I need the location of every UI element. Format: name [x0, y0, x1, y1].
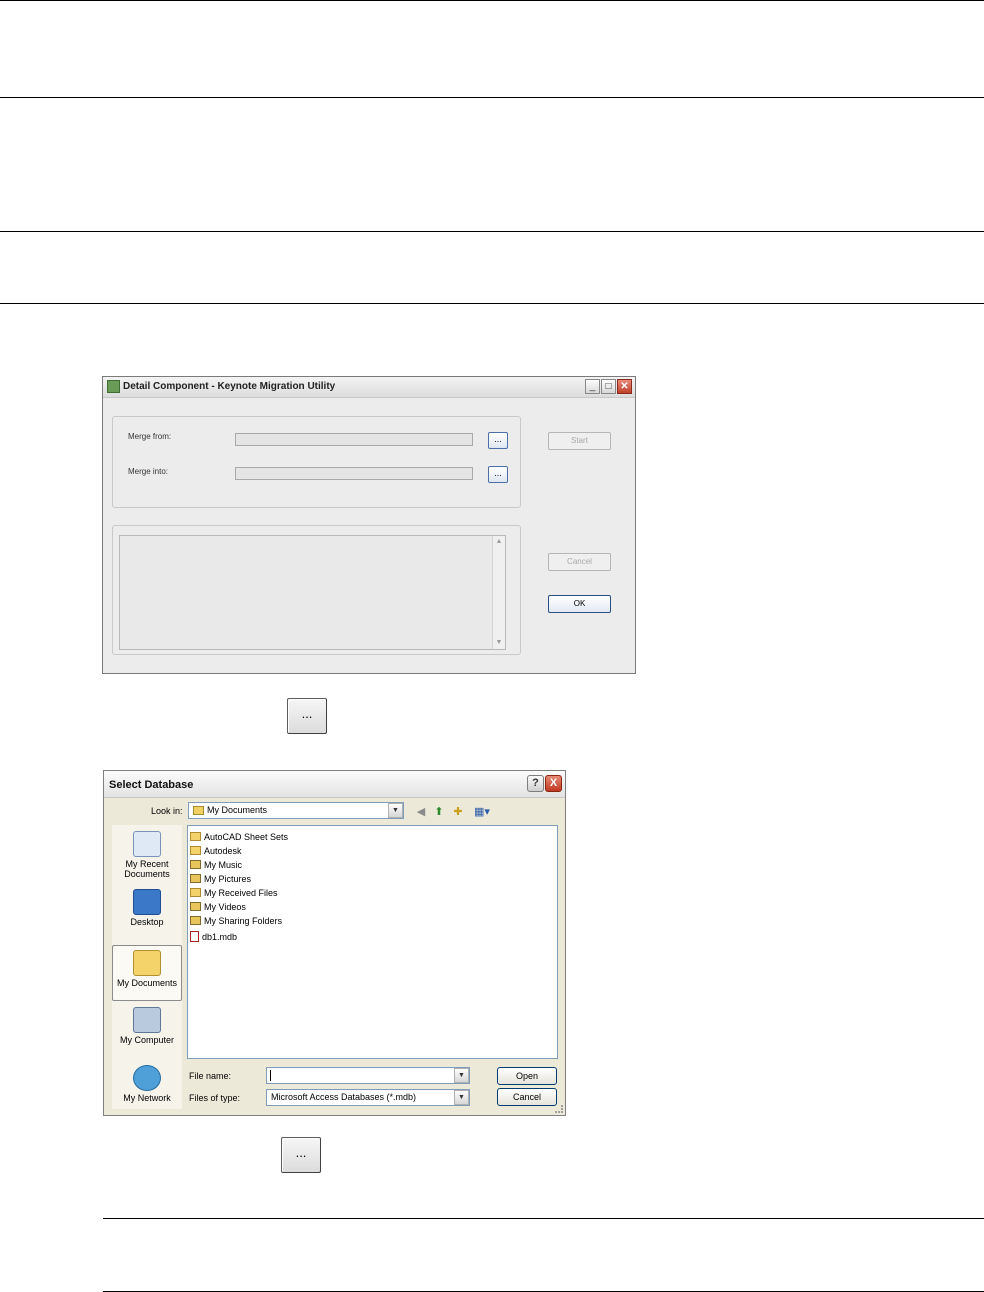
- help-button[interactable]: ?: [527, 775, 544, 792]
- files-of-type-label: Files of type:: [189, 1093, 241, 1103]
- scroll-up-icon[interactable]: ▲: [494, 537, 504, 547]
- access-database-icon: [190, 931, 199, 943]
- rule-2: [0, 97, 984, 98]
- chevron-down-icon[interactable]: ▼: [454, 1068, 469, 1083]
- merge-into-label: Merge into:: [128, 467, 169, 476]
- place-my-computer[interactable]: My Computer: [112, 1007, 182, 1045]
- list-item[interactable]: My Pictures: [190, 870, 251, 884]
- title-bar: Detail Component - Keynote Migration Uti…: [103, 377, 635, 398]
- rule-4: [0, 303, 984, 304]
- rule-3: [0, 231, 984, 232]
- cancel-button[interactable]: Cancel: [548, 553, 611, 571]
- music-folder-icon: [190, 860, 201, 870]
- app-icon: [107, 380, 120, 393]
- my-network-icon: [133, 1065, 161, 1091]
- files-of-type-value: Microsoft Access Databases (*.mdb): [271, 1092, 417, 1102]
- folder-icon: [190, 888, 201, 898]
- window-title: Detail Component - Keynote Migration Uti…: [123, 381, 336, 392]
- places-bar: My Recent Documents Desktop My Documents…: [112, 825, 182, 1109]
- minimize-button[interactable]: _: [585, 379, 600, 394]
- ellipsis-button[interactable]: ...: [281, 1137, 321, 1173]
- list-item[interactable]: AutoCAD Sheet Sets: [190, 828, 288, 842]
- folder-icon: [190, 832, 201, 842]
- files-of-type-combo[interactable]: Microsoft Access Databases (*.mdb) ▼: [266, 1089, 470, 1106]
- up-folder-icon[interactable]: ⬆: [432, 805, 446, 819]
- dialog-close-button[interactable]: X: [545, 775, 562, 792]
- my-documents-icon: [133, 950, 161, 976]
- dialog-cancel-button[interactable]: Cancel: [497, 1088, 557, 1106]
- merge-group: Merge from: ... Merge into: ...: [112, 416, 521, 508]
- place-my-documents[interactable]: My Documents: [112, 945, 182, 1001]
- merge-from-field[interactable]: [235, 433, 473, 446]
- merge-into-browse-button[interactable]: ...: [488, 466, 508, 483]
- list-item[interactable]: My Music: [190, 856, 242, 870]
- migration-utility-window: Detail Component - Keynote Migration Uti…: [102, 376, 636, 674]
- pictures-folder-icon: [190, 874, 201, 884]
- chevron-down-icon[interactable]: ▼: [454, 1090, 469, 1105]
- sharing-folder-icon: [190, 916, 201, 926]
- recent-documents-icon: [133, 831, 161, 857]
- my-documents-small-icon: [193, 806, 204, 815]
- look-in-label: Look in:: [151, 806, 183, 816]
- my-computer-icon: [133, 1007, 161, 1033]
- desktop-icon: [133, 889, 161, 915]
- list-item[interactable]: Autodesk: [190, 842, 242, 856]
- ok-button[interactable]: OK: [548, 595, 611, 613]
- videos-folder-icon: [190, 902, 201, 912]
- open-button[interactable]: Open: [497, 1067, 557, 1085]
- place-my-recent-documents[interactable]: My Recent Documents: [112, 831, 182, 879]
- list-item[interactable]: My Sharing Folders: [190, 912, 282, 926]
- merge-from-browse-button[interactable]: ...: [488, 432, 508, 449]
- merge-from-label: Merge from:: [128, 432, 172, 441]
- folder-icon: [190, 846, 201, 856]
- file-name-combo[interactable]: ▼: [266, 1067, 470, 1084]
- close-button[interactable]: ✕: [617, 379, 632, 394]
- merge-into-field[interactable]: [235, 467, 473, 480]
- file-list[interactable]: AutoCAD Sheet Sets Autodesk My Music My …: [187, 825, 558, 1059]
- dialog-title-bar: Select Database ? X: [104, 771, 565, 798]
- ellipsis-button[interactable]: ...: [287, 698, 327, 734]
- list-item[interactable]: My Videos: [190, 898, 246, 912]
- start-button[interactable]: Start: [548, 432, 611, 450]
- log-textbox[interactable]: ▲ ▼: [119, 535, 506, 650]
- maximize-button[interactable]: □: [601, 379, 616, 394]
- list-item[interactable]: db1.mdb: [190, 928, 237, 943]
- file-name-label: File name:: [189, 1071, 232, 1081]
- chevron-down-icon[interactable]: ▼: [388, 803, 403, 818]
- rule-5: [103, 1218, 984, 1219]
- rule-1: [0, 0, 984, 1]
- text-cursor: [270, 1070, 271, 1081]
- select-database-dialog: Select Database ? X Look in: My Document…: [103, 770, 566, 1116]
- place-desktop[interactable]: Desktop: [112, 889, 182, 927]
- list-item[interactable]: My Received Files: [190, 884, 278, 898]
- back-icon[interactable]: ◀: [414, 805, 428, 819]
- look-in-combo[interactable]: My Documents ▼: [188, 802, 404, 819]
- log-scrollbar[interactable]: ▲ ▼: [492, 536, 505, 649]
- views-menu-icon[interactable]: ▦▾: [471, 805, 493, 819]
- scroll-down-icon[interactable]: ▼: [494, 638, 504, 648]
- look-in-value: My Documents: [207, 805, 268, 815]
- new-folder-icon[interactable]: ✚: [451, 805, 465, 819]
- dialog-title: Select Database: [109, 779, 194, 791]
- resize-grip-icon[interactable]: [555, 1105, 563, 1113]
- place-my-network[interactable]: My Network: [112, 1065, 182, 1103]
